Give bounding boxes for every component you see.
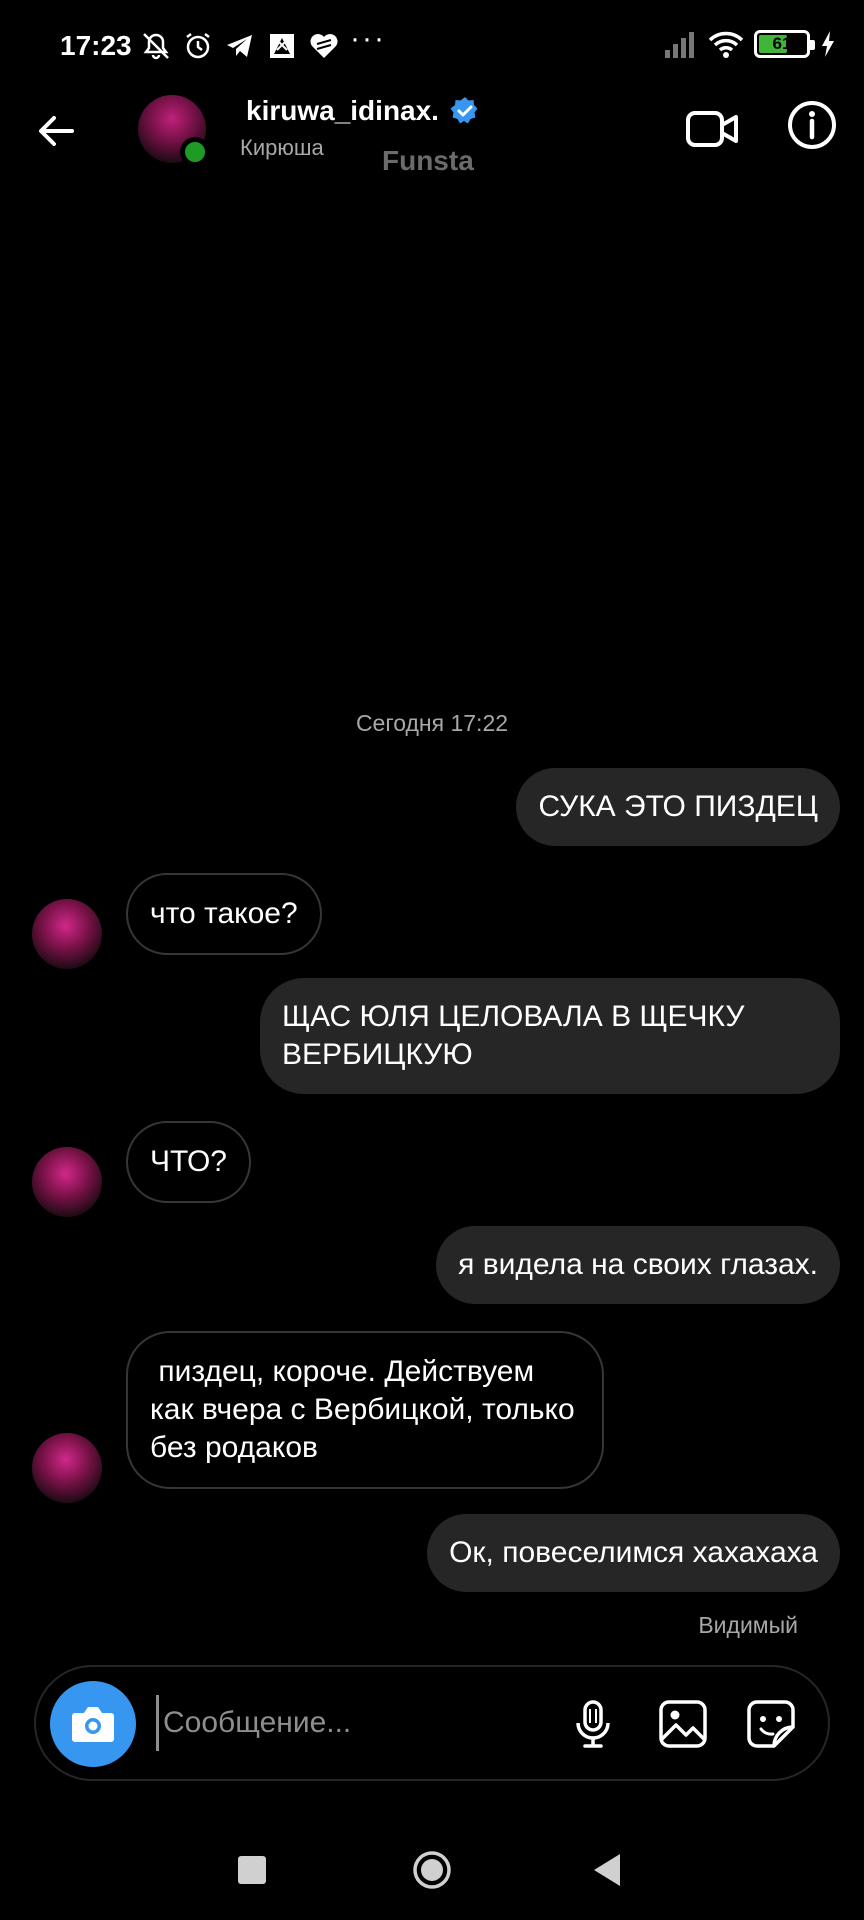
status-bar: 17:23 ··· 61 [0,0,864,95]
online-indicator [180,137,210,167]
notification-icons [140,30,340,62]
image-icon[interactable] [656,1697,710,1751]
camera-button[interactable] [50,1681,136,1767]
outgoing-message[interactable]: Ок, повеселимся хахахаха [427,1514,840,1592]
more-notifications-icon: ··· [350,22,386,55]
battery-percent: 61 [772,34,792,53]
muted-bell-icon [143,33,169,60]
outgoing-message[interactable]: я видела на своих глазах. [436,1226,840,1304]
info-icon[interactable] [786,99,838,151]
message-input[interactable] [156,1695,556,1751]
message-composer [34,1665,830,1781]
arrow-left-icon[interactable] [32,107,80,155]
chat-header: kiruwa_idinax. Кирюша Funsta [0,95,864,225]
status-time: 17:23 [60,30,132,61]
back-button[interactable] [592,1852,624,1888]
telegram-icon [227,35,252,57]
avatar[interactable] [32,899,102,969]
heart-app-icon [310,34,338,58]
recent-apps-button[interactable] [238,1856,266,1884]
avatar[interactable] [32,1433,102,1503]
system-indicators: 61 [664,30,836,58]
display-name: Кирюша [240,135,324,160]
charging-icon [822,31,834,57]
battery-cap [810,40,815,50]
seen-status: Видимый [698,1612,798,1638]
incoming-message[interactable]: что такое? [126,873,322,955]
app-notification-icon [270,34,294,58]
outgoing-message[interactable]: СУКА ЭТО ПИЗДЕЦ [516,768,840,846]
username-row[interactable]: kiruwa_idinax. [246,95,481,127]
username[interactable]: kiruwa_idinax. [246,95,439,127]
home-button[interactable] [412,1850,452,1890]
sticker-icon[interactable] [744,1697,798,1751]
microphone-icon[interactable] [566,1697,620,1751]
outgoing-message[interactable]: ЩАС ЮЛЯ ЦЕЛОВАЛА В ЩЕЧКУ ВЕРБИЦКУЮ [260,978,840,1094]
verified-badge-icon [450,97,478,124]
incoming-message[interactable]: пиздец, короче. Действуем как вчера с Ве… [126,1331,604,1489]
battery-icon: 61 [754,30,815,58]
alarm-icon [186,33,210,59]
avatar[interactable] [32,1147,102,1217]
video-camera-icon[interactable] [684,101,740,157]
date-separator: Сегодня 17:22 [355,710,509,736]
camera-icon [72,1707,114,1742]
incoming-message[interactable]: ЧТО? [126,1121,251,1203]
wifi-icon [708,31,744,58]
signal-icon [665,32,694,58]
navigation-bar [0,1820,864,1920]
watermark-text: Funsta [382,145,474,176]
